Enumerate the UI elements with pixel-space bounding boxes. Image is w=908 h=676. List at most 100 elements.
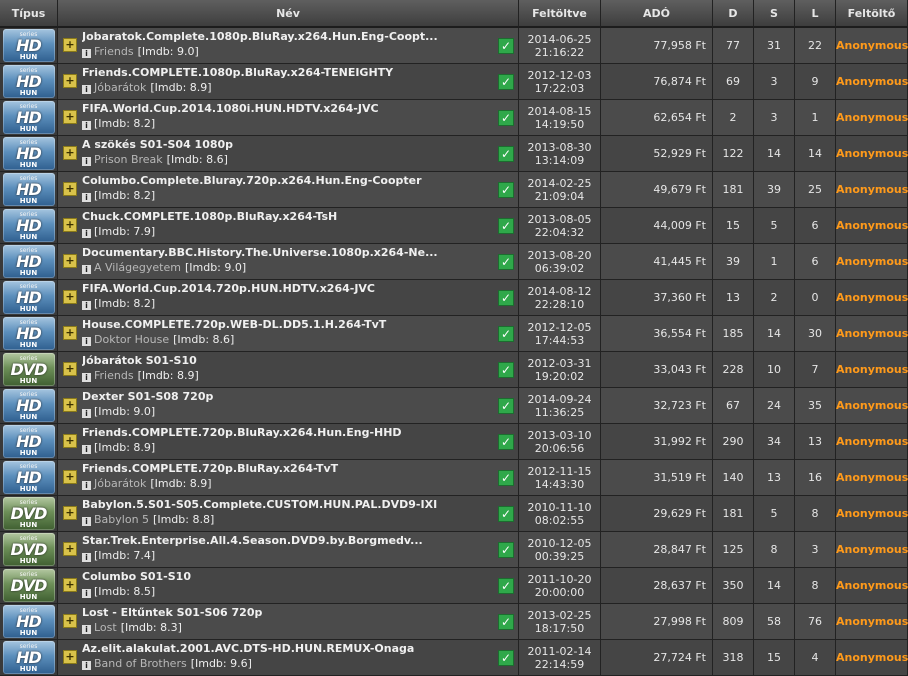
- info-icon[interactable]: i: [82, 661, 91, 670]
- col-header-tax[interactable]: ADÓ: [601, 0, 713, 28]
- expand-plus-icon[interactable]: +: [63, 506, 77, 520]
- expand-plus-icon[interactable]: +: [63, 146, 77, 160]
- uploader-cell[interactable]: Anonymous: [836, 352, 908, 388]
- uploader-cell[interactable]: Anonymous: [836, 316, 908, 352]
- info-icon[interactable]: i: [82, 121, 91, 130]
- uploader-cell[interactable]: Anonymous: [836, 100, 908, 136]
- expand-plus-icon[interactable]: +: [63, 542, 77, 556]
- expand-plus-icon[interactable]: +: [63, 182, 77, 196]
- info-icon[interactable]: i: [82, 625, 91, 634]
- category-badge-icon[interactable]: series DVD HUN: [2, 497, 55, 530]
- category-badge-icon[interactable]: series HD HUN: [2, 605, 55, 638]
- col-header-downloads[interactable]: D: [713, 0, 754, 28]
- uploader-cell[interactable]: Anonymous: [836, 136, 908, 172]
- expand-plus-icon[interactable]: +: [63, 218, 77, 232]
- info-icon[interactable]: i: [82, 85, 91, 94]
- uploader-cell[interactable]: Anonymous: [836, 388, 908, 424]
- info-icon[interactable]: i: [82, 517, 91, 526]
- expand-plus-icon[interactable]: +: [63, 74, 77, 88]
- expand-plus-icon[interactable]: +: [63, 434, 77, 448]
- uploader-cell[interactable]: Anonymous: [836, 568, 908, 604]
- info-icon[interactable]: i: [82, 49, 91, 58]
- expand-plus-icon[interactable]: +: [63, 614, 77, 628]
- col-header-type[interactable]: Típus: [0, 0, 58, 28]
- torrent-title-link[interactable]: House.COMPLETE.720p.WEB-DL.DD5.1.H.264-T…: [82, 318, 502, 331]
- category-badge-icon[interactable]: series HD HUN: [2, 245, 55, 278]
- torrent-title-link[interactable]: Columbo S01-S10: [82, 570, 502, 583]
- torrent-title-link[interactable]: Star.Trek.Enterprise.All.4.Season.DVD9.b…: [82, 534, 502, 547]
- torrent-title-link[interactable]: Dexter S01-S08 720p: [82, 390, 502, 403]
- torrent-title-link[interactable]: Columbo.Complete.Bluray.720p.x264.Hun.En…: [82, 174, 502, 187]
- info-icon[interactable]: i: [82, 301, 91, 310]
- expand-plus-icon[interactable]: +: [63, 326, 77, 340]
- category-badge-icon[interactable]: series HD HUN: [2, 425, 55, 458]
- category-badge-icon[interactable]: series HD HUN: [2, 461, 55, 494]
- torrent-title-link[interactable]: Lost - Eltűntek S01-S06 720p: [82, 606, 502, 619]
- col-header-seeders[interactable]: S: [754, 0, 795, 28]
- category-badge-icon[interactable]: series HD HUN: [2, 209, 55, 242]
- expand-plus-icon[interactable]: +: [63, 38, 77, 52]
- original-title: Friends: [94, 369, 134, 382]
- torrent-title-link[interactable]: Friends.COMPLETE.1080p.BluRay.x264-TENEI…: [82, 66, 502, 79]
- uploader-cell[interactable]: Anonymous: [836, 28, 908, 64]
- expand-plus-icon[interactable]: +: [63, 254, 77, 268]
- category-badge-icon[interactable]: series HD HUN: [2, 281, 55, 314]
- category-badge-icon[interactable]: series HD HUN: [2, 101, 55, 134]
- category-badge-icon[interactable]: series HD HUN: [2, 29, 55, 62]
- category-badge-icon[interactable]: series DVD HUN: [2, 569, 55, 602]
- category-badge-icon[interactable]: series HD HUN: [2, 137, 55, 170]
- uploader-cell[interactable]: Anonymous: [836, 244, 908, 280]
- info-icon[interactable]: i: [82, 229, 91, 238]
- torrent-title-link[interactable]: Friends.COMPLETE.720p.BluRay.x264.Hun.En…: [82, 426, 502, 439]
- category-badge-icon[interactable]: series HD HUN: [2, 173, 55, 206]
- torrent-title-link[interactable]: Friends.COMPLETE.720p.BluRay.x264-TvT: [82, 462, 502, 475]
- torrent-title-link[interactable]: Jóbarátok S01-S10: [82, 354, 502, 367]
- category-badge-icon[interactable]: series DVD HUN: [2, 353, 55, 386]
- seeders-cell: 3: [754, 64, 795, 100]
- info-icon[interactable]: i: [82, 373, 91, 382]
- uploader-cell[interactable]: Anonymous: [836, 64, 908, 100]
- expand-plus-icon[interactable]: +: [63, 578, 77, 592]
- category-badge-icon[interactable]: series DVD HUN: [2, 533, 55, 566]
- uploader-cell[interactable]: Anonymous: [836, 424, 908, 460]
- uploader-cell[interactable]: Anonymous: [836, 604, 908, 640]
- info-icon[interactable]: i: [82, 157, 91, 166]
- expand-plus-icon[interactable]: +: [63, 362, 77, 376]
- expand-plus-icon[interactable]: +: [63, 650, 77, 664]
- torrent-title-link[interactable]: Chuck.COMPLETE.1080p.BluRay.x264-TsH: [82, 210, 502, 223]
- info-icon[interactable]: i: [82, 589, 91, 598]
- info-icon[interactable]: i: [82, 265, 91, 274]
- category-badge-icon[interactable]: series HD HUN: [2, 389, 55, 422]
- col-header-uploader[interactable]: Feltöltő: [836, 0, 908, 28]
- uploader-cell[interactable]: Anonymous: [836, 208, 908, 244]
- uploader-cell[interactable]: Anonymous: [836, 280, 908, 316]
- expand-plus-icon[interactable]: +: [63, 290, 77, 304]
- uploader-cell[interactable]: Anonymous: [836, 172, 908, 208]
- expand-plus-icon[interactable]: +: [63, 470, 77, 484]
- category-badge-icon[interactable]: series HD HUN: [2, 641, 55, 674]
- expand-plus-icon[interactable]: +: [63, 398, 77, 412]
- uploader-cell[interactable]: Anonymous: [836, 496, 908, 532]
- torrent-title-link[interactable]: Az.elit.alakulat.2001.AVC.DTS-HD.HUN.REM…: [82, 642, 502, 655]
- col-header-name[interactable]: Név: [58, 0, 519, 28]
- info-icon[interactable]: i: [82, 409, 91, 418]
- torrent-title-link[interactable]: A szökés S01-S04 1080p: [82, 138, 502, 151]
- torrent-title-link[interactable]: Documentary.BBC.History.The.Universe.108…: [82, 246, 502, 259]
- info-icon[interactable]: i: [82, 553, 91, 562]
- info-icon[interactable]: i: [82, 193, 91, 202]
- category-badge-icon[interactable]: series HD HUN: [2, 65, 55, 98]
- uploader-cell[interactable]: Anonymous: [836, 532, 908, 568]
- torrent-title-link[interactable]: Jobaratok.Complete.1080p.BluRay.x264.Hun…: [82, 30, 502, 43]
- torrent-title-link[interactable]: Babylon.5.S01-S05.Complete.CUSTOM.HUN.PA…: [82, 498, 502, 511]
- info-icon[interactable]: i: [82, 481, 91, 490]
- col-header-uploaded[interactable]: Feltöltve: [519, 0, 601, 28]
- info-icon[interactable]: i: [82, 445, 91, 454]
- torrent-title-link[interactable]: FIFA.World.Cup.2014.1080i.HUN.HDTV.x264-…: [82, 102, 502, 115]
- uploader-cell[interactable]: Anonymous: [836, 640, 908, 676]
- uploader-cell[interactable]: Anonymous: [836, 460, 908, 496]
- category-badge-icon[interactable]: series HD HUN: [2, 317, 55, 350]
- torrent-title-link[interactable]: FIFA.World.Cup.2014.720p.HUN.HDTV.x264-J…: [82, 282, 502, 295]
- info-icon[interactable]: i: [82, 337, 91, 346]
- col-header-leechers[interactable]: L: [795, 0, 836, 28]
- expand-plus-icon[interactable]: +: [63, 110, 77, 124]
